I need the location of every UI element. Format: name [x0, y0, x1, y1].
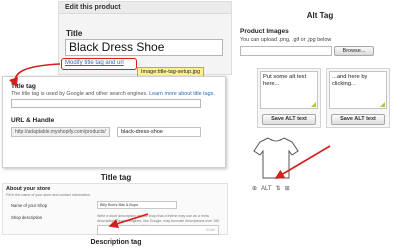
title-tag-help-text: The title tag is used by Google and othe…: [11, 91, 148, 97]
file-upload-input[interactable]: [240, 46, 332, 56]
product-image-thumbnail[interactable]: [252, 134, 300, 182]
alt-tag-caption: Alt Tag: [306, 11, 334, 20]
edit-product-header: Edit this product: [59, 2, 231, 14]
alt-text-card: Put some alt text here... Save ALT text: [257, 68, 321, 128]
crop-icon[interactable]: ⇅: [276, 185, 281, 194]
zoom-icon[interactable]: ⊕: [252, 185, 257, 194]
title-tag-label: Title tag: [11, 83, 36, 90]
save-alt-text-button[interactable]: Save ALT text: [331, 114, 385, 125]
title-tag-input[interactable]: [11, 99, 201, 108]
shop-description-textarea[interactable]: 0/160: [97, 225, 219, 235]
title-tag-help: The title tag is used by Google and othe…: [11, 91, 215, 97]
shop-description-label: Shop description: [11, 215, 43, 220]
character-counter: 0/160: [206, 228, 215, 232]
save-alt-text-button[interactable]: Save ALT text: [262, 114, 316, 125]
about-store-subtitle: Fill in the name of your store and conta…: [6, 193, 91, 197]
title-label: Title: [66, 29, 83, 38]
alt-text-input[interactable]: ...and here by clicking...: [329, 71, 387, 109]
resize-grip-icon[interactable]: [380, 102, 385, 107]
seo-panel: Title tag The title tag is used by Googl…: [2, 76, 226, 168]
alt-text-card: ...and here by clicking... Save ALT text: [326, 68, 390, 128]
url-prefix: http://adaptable.myshopify.com/products/: [11, 127, 110, 137]
resize-grip-icon[interactable]: [311, 102, 316, 107]
shop-name-input[interactable]: Billy Bob's Bits & Bops: [97, 201, 177, 209]
product-images-subtitle: You can upload .png, .gif or .jpg below: [240, 37, 332, 43]
learn-more-link[interactable]: Learn more about title tags.: [149, 91, 215, 97]
browse-button[interactable]: Browse...: [334, 46, 374, 56]
alt-text-input[interactable]: Put some alt text here...: [260, 71, 318, 109]
description-tag-caption: Description tag: [90, 239, 142, 246]
about-store-title: About your store: [6, 186, 51, 192]
title-input[interactable]: Black Dress Shoe: [65, 39, 223, 56]
title-tag-caption: Title tag: [100, 173, 132, 182]
about-store-panel: About your store Fill in the name of you…: [2, 183, 228, 235]
product-images-title: Product Images: [240, 28, 289, 35]
alt-tool[interactable]: ALT: [261, 185, 272, 194]
modify-title-tag-link[interactable]: Modify title tag and url: [61, 58, 137, 70]
image-tools: ⊕ ALT ⇅ ⊞: [252, 185, 312, 194]
url-handle-label: URL & Handle: [11, 117, 55, 124]
shop-name-label: Name of your Shop: [11, 203, 48, 208]
url-handle-input[interactable]: black-dress-shoe: [117, 127, 201, 137]
edit-product-panel: Edit this product Title Black Dress Shoe…: [58, 1, 232, 75]
tshirt-icon: [253, 137, 299, 179]
delete-icon[interactable]: ⊞: [285, 185, 290, 194]
